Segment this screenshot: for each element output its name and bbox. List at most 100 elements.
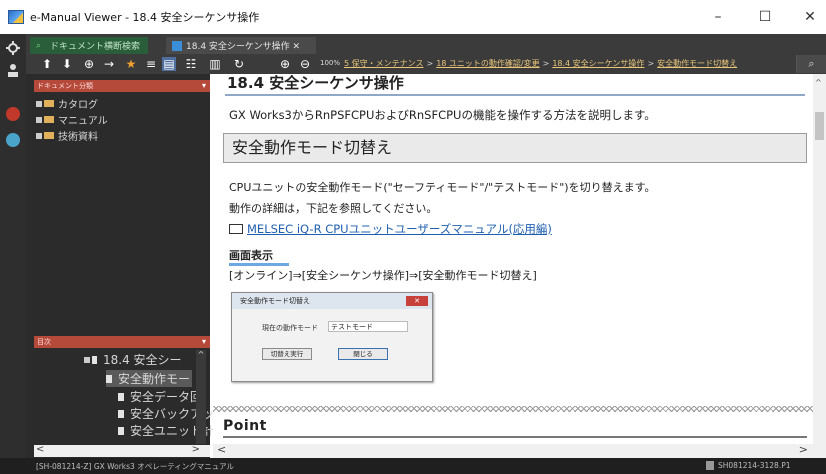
breadcrumb: 5 保守・メンテナンス >18 ユニットの動作確認/変更 >18.4 安全シーケンサ…: [344, 59, 738, 68]
tree-item-label: カタログ: [58, 100, 98, 111]
toc-item[interactable]: 安全データ回: [118, 388, 202, 405]
document-icon: [118, 409, 124, 418]
screen-display-label: 画面表示: [229, 247, 289, 266]
manual-link[interactable]: MELSEC iQ-R CPUユニットユーザーズマニュアル(応用編): [229, 221, 552, 237]
tree-item-technical[interactable]: 技術資料: [36, 128, 98, 143]
page-icon: [706, 461, 714, 470]
user-icon[interactable]: [5, 62, 21, 78]
arrow-up-icon[interactable]: ⬆: [40, 57, 54, 71]
zoom-out-icon[interactable]: ⊖: [298, 57, 312, 71]
dialog-mode-value: テストモード: [328, 321, 408, 332]
folder-icon: [44, 132, 54, 139]
navigation-panel: ドキュメント分類 ▾ カタログ マニュアル 技術資料 目次 ▾ 18.4 安全シ…: [26, 74, 214, 462]
search-icon: ⌕: [36, 40, 42, 51]
document-icon: [172, 40, 182, 51]
intro-text: GX Works3からRnPSFCPUおよびRnSFCPUの機能を操作する方法を…: [229, 108, 656, 122]
document-icon: [106, 374, 112, 383]
folder-icon: [44, 100, 54, 107]
tree-item-label: 技術資料: [58, 132, 98, 143]
minimize-button[interactable]: –: [698, 0, 738, 34]
tab-cross-search-label: ドキュメント横断検索: [50, 42, 141, 52]
scrollbar-thumb[interactable]: [815, 112, 824, 140]
refresh-icon[interactable]: ↻: [232, 57, 246, 71]
dialog-title: 安全動作モード切替え: [232, 293, 432, 309]
content-vertical-scrollbar[interactable]: ^: [813, 74, 826, 444]
toc-item-label: 安全動作モー: [118, 372, 191, 386]
columns-icon[interactable]: ▥: [208, 57, 222, 71]
scroll-right-icon[interactable]: >: [192, 444, 200, 455]
tree-item-manual[interactable]: マニュアル: [36, 112, 108, 127]
search-button[interactable]: ⌕: [796, 55, 826, 73]
star-icon[interactable]: ★: [124, 57, 138, 71]
tree-item-catalog[interactable]: カタログ: [36, 96, 98, 111]
toc-horizontal-scrollbar[interactable]: < >: [34, 444, 210, 457]
scroll-up-icon[interactable]: ^: [815, 78, 824, 88]
window-title: e-Manual Viewer - 18.4 安全シーケンサ操作: [30, 11, 260, 24]
section-title: 安全動作モード切替え: [223, 133, 807, 163]
list-icon[interactable]: ≡: [144, 57, 158, 71]
forward-icon[interactable]: →: [102, 57, 116, 71]
point-heading: Point: [223, 418, 267, 434]
tab-bar: ⌕ ドキュメント横断検索 18.4 安全シーケンサ操作 ✕: [26, 34, 826, 54]
dialog-screenshot: 安全動作モード切替え ✕ 現在の動作モード テストモード 切替え実行 閉じる: [231, 292, 433, 382]
folder-icon: [44, 116, 54, 123]
breadcrumb-item[interactable]: 5 保守・メンテナンス: [344, 59, 423, 68]
menu-path: [オンライン]⇒[安全シーケンサ操作]⇒[安全動作モード切替え]: [229, 269, 537, 282]
scroll-up-icon[interactable]: ^: [196, 350, 206, 359]
history-icon[interactable]: [5, 132, 21, 148]
heading-divider: [225, 94, 805, 96]
toc-header[interactable]: 目次 ▾: [34, 336, 210, 348]
outline-icon[interactable]: ☷: [184, 57, 198, 71]
toc-item-label: 安全データ回: [130, 390, 203, 404]
zoom-in-icon[interactable]: ⊕: [278, 57, 292, 71]
tab-safety-operation[interactable]: 18.4 安全シーケンサ操作 ✕: [166, 37, 316, 54]
toc-item-selected[interactable]: 安全動作モー: [106, 370, 193, 387]
manual-link-label: MELSEC iQ-R CPUユニットユーザーズマニュアル(応用編): [247, 222, 552, 236]
scroll-right-icon[interactable]: >: [799, 443, 808, 456]
status-manual-name: [SH-081214-Z] GX Works3 オペレーティングマニュアル: [36, 462, 235, 471]
document-content: 18.4 安全シーケンサ操作 GX Works3からRnPSFCPUおよびRnS…: [213, 74, 813, 444]
document-icon: [118, 426, 124, 435]
doc-category-header[interactable]: ドキュメント分類 ▾: [34, 80, 210, 92]
breadcrumb-item[interactable]: 18.4 安全シーケンサ操作: [552, 59, 644, 68]
tab-cross-search[interactable]: ⌕ ドキュメント横断検索: [30, 37, 148, 54]
scroll-left-icon[interactable]: <: [36, 444, 44, 455]
document-icon: [118, 392, 124, 401]
section-separator: [213, 406, 813, 412]
app-icon: [8, 10, 24, 24]
gear-icon[interactable]: [5, 40, 21, 56]
breadcrumb-item[interactable]: 安全動作モード切替え: [657, 59, 737, 68]
toc-header-label: 目次: [37, 338, 51, 346]
chevron-down-icon: ▾: [201, 81, 206, 90]
side-icon-strip: [0, 34, 26, 462]
content-horizontal-scrollbar[interactable]: < >: [213, 443, 826, 458]
bookmark-icon[interactable]: [5, 106, 21, 122]
status-page-id: SH081214-3128.P1: [718, 461, 791, 470]
paragraph: CPUユニットの安全動作モード("セーフティモード"/"テストモード")を切り替…: [229, 181, 656, 194]
dialog-exec-button: 切替え実行: [262, 348, 312, 360]
toc-item-18-4[interactable]: 18.4 安全シー: [84, 351, 182, 368]
toolbar: ⬆ ⬇ ⊕ → ★ ≡ ▤ ☷ ▥ ↻ ⊕ ⊖ 100% 5 保守・メンテナンス…: [26, 54, 826, 74]
point-divider: [223, 436, 807, 438]
dialog-close-button: 閉じる: [338, 348, 388, 360]
doc-category-header-label: ドキュメント分類: [37, 82, 93, 90]
panel-icon[interactable]: ▤: [162, 57, 176, 71]
breadcrumb-item[interactable]: 18 ユニットの動作確認/変更: [436, 59, 539, 68]
scroll-left-icon[interactable]: <: [217, 443, 226, 456]
expand-icon: [36, 132, 42, 139]
chevron-down-icon: ▾: [201, 337, 206, 346]
close-button[interactable]: ✕: [790, 0, 826, 34]
tab-safety-operation-label: 18.4 安全シーケンサ操作 ✕: [186, 42, 301, 52]
title-bar: e-Manual Viewer - 18.4 安全シーケンサ操作 – ☐ ✕: [0, 0, 826, 34]
maximize-button[interactable]: ☐: [745, 0, 785, 34]
zoom-level: 100%: [320, 59, 341, 67]
toc-item-label: 18.4 安全シー: [103, 353, 182, 367]
status-bar: [SH-081214-Z] GX Works3 オペレーティングマニュアル SH…: [0, 458, 826, 474]
toc-scrollbar[interactable]: ^: [196, 350, 206, 444]
paragraph: 動作の詳細は，下記を参照してください。: [229, 202, 438, 215]
document-icon: [92, 355, 97, 364]
close-icon: ✕: [406, 296, 428, 306]
back-icon[interactable]: ⊕: [82, 57, 96, 71]
arrow-down-icon[interactable]: ⬇: [60, 57, 74, 71]
page-heading: 18.4 安全シーケンサ操作: [227, 74, 404, 92]
